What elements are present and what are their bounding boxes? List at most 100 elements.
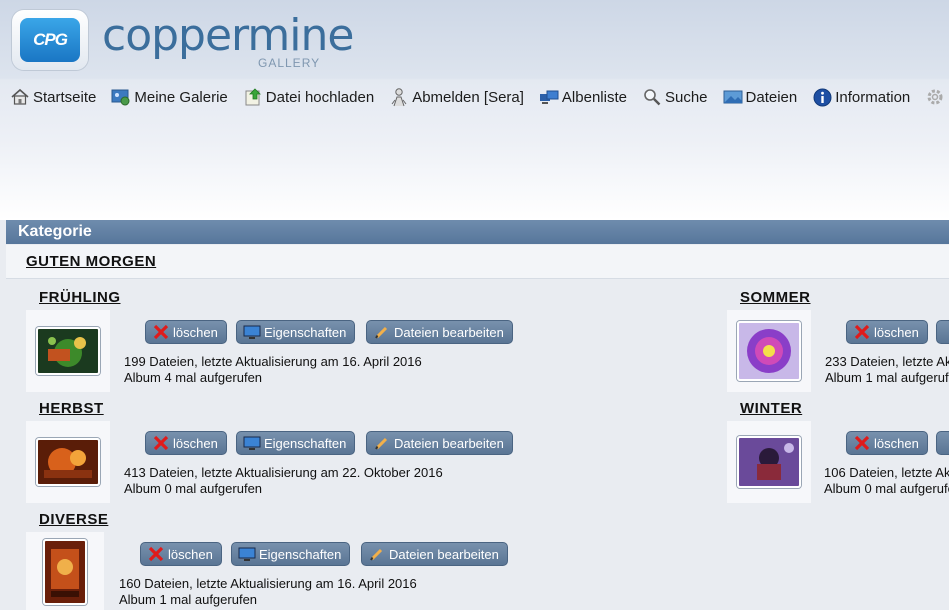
delete-icon <box>147 546 165 562</box>
album-files-line: 160 Dateien, letzte Aktualisierung am 16… <box>119 576 417 591</box>
properties-button[interactable]: Eigenschaften <box>231 542 351 566</box>
nav-label: Albenliste <box>561 88 627 106</box>
delete-icon <box>152 435 170 451</box>
album-thumbnail[interactable] <box>36 438 100 486</box>
edit-files-button[interactable]: Dateien bearbeiten <box>361 542 508 566</box>
nav-label: Startseite <box>33 88 97 106</box>
button-label: Eigenschaften <box>264 435 347 451</box>
properties-button[interactable]: Eigenschaften <box>236 320 356 344</box>
nav-albenliste[interactable]: Albenliste <box>539 87 627 107</box>
gear-icon <box>925 87 945 107</box>
album-thumbnail[interactable] <box>737 436 801 488</box>
cpg-logo-text: CPG <box>20 18 80 62</box>
pencil-icon <box>368 546 386 562</box>
monitor-icon <box>243 435 261 451</box>
album-thumb-box <box>26 421 110 503</box>
album-list: FRÜHLING löschen Eigenschaften Dateien b… <box>6 280 949 610</box>
album-stats: 413 Dateien, letzte Aktualisierung am 22… <box>124 465 443 497</box>
gallery-icon <box>111 87 131 107</box>
files-icon <box>723 87 743 107</box>
nav-label: Meine Galerie <box>134 88 228 106</box>
nav-information[interactable]: Information <box>812 87 910 107</box>
cpg-logo[interactable]: CPG <box>12 10 88 70</box>
nav-label: Information <box>835 88 911 106</box>
delete-icon <box>853 324 871 340</box>
button-label: löschen <box>874 435 919 451</box>
album-stats: 233 Dateien, letzte Aktualisierung am ..… <box>825 354 949 386</box>
album-list-icon <box>539 87 559 107</box>
button-label: löschen <box>874 324 919 340</box>
album-views-line: Album 1 mal aufgerufen <box>825 370 949 385</box>
delete-button[interactable]: löschen <box>846 431 928 455</box>
album-views-line: Album 1 mal aufgerufen <box>119 592 258 607</box>
album-files-line: 106 Dateien, letzte Aktualisierung am ..… <box>824 465 949 480</box>
delete-button[interactable]: löschen <box>846 320 928 344</box>
nav-label: Dateien <box>745 88 798 106</box>
logo-subtitle: GALLERY <box>258 56 321 70</box>
button-label: löschen <box>168 546 213 562</box>
album-thumbnail[interactable] <box>43 539 87 605</box>
home-icon <box>10 87 30 107</box>
category-row: GUTEN MORGEN <box>6 245 949 279</box>
nav-meine-galerie[interactable]: Meine Galerie <box>111 87 228 107</box>
album-files-line: 233 Dateien, letzte Aktualisierung am ..… <box>825 354 949 369</box>
album-thumb-box <box>26 310 110 392</box>
delete-button[interactable]: löschen <box>145 431 227 455</box>
pencil-icon <box>373 435 391 451</box>
album-stats: 199 Dateien, letzte Aktualisierung am 16… <box>124 354 422 386</box>
edit-files-button[interactable]: Dateien bearbeiten <box>366 320 513 344</box>
album-title-herbst[interactable]: HERBST <box>39 400 104 417</box>
delete-icon <box>853 435 871 451</box>
search-icon <box>642 87 662 107</box>
album-title-fruehling[interactable]: FRÜHLING <box>39 289 121 306</box>
properties-button-partial[interactable] <box>936 320 949 344</box>
nav-label: Abmelden [Sera] <box>412 88 524 106</box>
album-thumbnail[interactable] <box>737 321 801 381</box>
category-header-bar: Kategorie <box>6 220 949 244</box>
delete-icon <box>152 324 170 340</box>
button-label: Dateien bearbeiten <box>389 546 499 562</box>
delete-button[interactable]: löschen <box>145 320 227 344</box>
edit-files-button[interactable]: Dateien bearbeiten <box>366 431 513 455</box>
album-title-diverse[interactable]: DIVERSE <box>39 511 108 528</box>
album-files-line: 413 Dateien, letzte Aktualisierung am 22… <box>124 465 443 480</box>
album-views-line: Album 0 mal aufgerufen <box>124 481 263 496</box>
page-header: CPG coppermine GALLERY Startseite Meine … <box>0 0 949 220</box>
album-stats: 160 Dateien, letzte Aktualisierung am 16… <box>119 576 417 608</box>
album-views-line: Album 4 mal aufgerufen <box>124 370 263 385</box>
nav-startseite[interactable]: Startseite <box>10 87 96 107</box>
nav-suche[interactable]: Suche <box>642 87 708 107</box>
properties-button[interactable]: Eigenschaften <box>236 431 356 455</box>
nav-datei-hochladen[interactable]: Datei hochladen <box>243 87 374 107</box>
album-thumbnail[interactable] <box>36 327 100 375</box>
button-label: Dateien bearbeiten <box>394 435 504 451</box>
album-title-winter[interactable]: WINTER <box>740 400 802 417</box>
monitor-icon <box>243 324 261 340</box>
logout-icon <box>389 87 409 107</box>
info-icon <box>812 87 832 107</box>
nav-label: Suche <box>664 88 708 106</box>
button-label: löschen <box>173 324 218 340</box>
album-files-line: 199 Dateien, letzte Aktualisierung am 16… <box>124 354 422 369</box>
nav-settings[interactable] <box>925 87 948 107</box>
monitor-icon <box>238 546 256 562</box>
delete-button[interactable]: löschen <box>140 542 222 566</box>
upload-icon <box>243 87 263 107</box>
album-thumb-box <box>727 310 811 392</box>
album-thumb-box <box>26 532 104 610</box>
album-views-line: Album 0 mal aufgerufen <box>824 481 949 496</box>
button-label: Dateien bearbeiten <box>394 324 504 340</box>
nav-dateien[interactable]: Dateien <box>723 87 798 107</box>
nav-label: Datei hochladen <box>265 88 375 106</box>
button-label: Eigenschaften <box>259 546 342 562</box>
pencil-icon <box>373 324 391 340</box>
category-title-link[interactable]: GUTEN MORGEN <box>26 253 156 270</box>
properties-button-partial[interactable] <box>936 431 949 455</box>
main-navigation: Startseite Meine Galerie Datei hochladen… <box>0 80 949 114</box>
album-title-sommer[interactable]: SOMMER <box>740 289 811 306</box>
button-label: löschen <box>173 435 218 451</box>
button-label: Eigenschaften <box>264 324 347 340</box>
album-stats: 106 Dateien, letzte Aktualisierung am ..… <box>824 465 949 497</box>
nav-abmelden[interactable]: Abmelden [Sera] <box>389 87 524 107</box>
logo-title: coppermine <box>102 10 354 61</box>
